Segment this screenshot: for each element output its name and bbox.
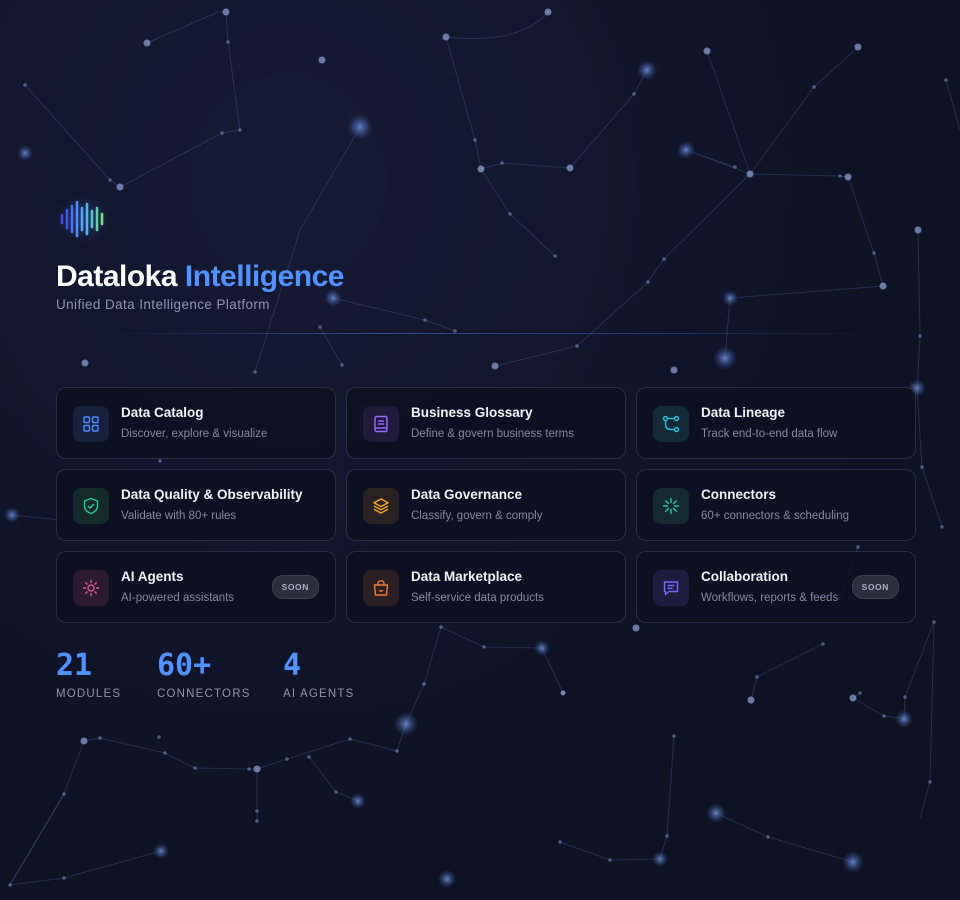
waveform-bars-icon bbox=[56, 196, 110, 242]
module-card-data-catalog[interactable]: Data Catalog Discover, explore & visuali… bbox=[56, 387, 336, 459]
module-description: 60+ connectors & scheduling bbox=[701, 510, 850, 522]
icon-tile bbox=[73, 488, 109, 524]
lineage-icon bbox=[662, 415, 680, 433]
spark-icon bbox=[662, 497, 680, 515]
module-title: Business Glossary bbox=[411, 405, 533, 420]
icon-tile bbox=[73, 570, 109, 606]
soon-badge: SOON bbox=[851, 575, 899, 599]
module-title: Data Lineage bbox=[701, 405, 786, 420]
module-description: Self-service data products bbox=[411, 592, 544, 604]
module-card-ai-agents[interactable]: AI Agents AI-powered assistants SOON bbox=[56, 551, 336, 623]
module-card-data-marketplace[interactable]: Data Marketplace Self-service data produ… bbox=[346, 551, 626, 623]
stat-label: MODULES bbox=[56, 688, 122, 700]
module-card-connectors[interactable]: Connectors 60+ connectors & scheduling bbox=[636, 469, 916, 541]
icon-tile bbox=[653, 406, 689, 442]
divider bbox=[110, 333, 870, 334]
icon-tile bbox=[653, 488, 689, 524]
stat-modules: 21 MODULES bbox=[56, 648, 121, 700]
brand-subtitle: Unified Data Intelligence Platform bbox=[56, 297, 270, 312]
stat-ai-agents: 4 AI AGENTS bbox=[283, 648, 355, 700]
splash-screen: Dataloka Intelligence Unified Data Intel… bbox=[0, 0, 960, 900]
module-card-data-governance[interactable]: Data Governance Classify, govern & compl… bbox=[346, 469, 626, 541]
module-card-data-quality[interactable]: Data Quality & Observability Validate wi… bbox=[56, 469, 336, 541]
module-grid: Data Catalog Discover, explore & visuali… bbox=[56, 387, 916, 623]
module-title: Collaboration bbox=[701, 569, 788, 584]
icon-tile bbox=[653, 570, 689, 606]
stat-value: 21 bbox=[56, 648, 93, 683]
icon-tile bbox=[363, 570, 399, 606]
chat-icon bbox=[663, 581, 679, 596]
layers-icon bbox=[373, 498, 389, 514]
module-card-collaboration[interactable]: Collaboration Workflows, reports & feeds… bbox=[636, 551, 916, 623]
module-description: AI-powered assistants bbox=[121, 592, 235, 604]
module-title: AI Agents bbox=[121, 569, 184, 584]
module-title: Data Marketplace bbox=[411, 569, 523, 584]
icon-tile bbox=[363, 406, 399, 442]
module-card-data-lineage[interactable]: Data Lineage Track end-to-end data flow bbox=[636, 387, 916, 459]
module-title: Data Governance bbox=[411, 487, 523, 502]
module-description: Define & govern business terms bbox=[411, 428, 574, 440]
brand-title: Dataloka Intelligence bbox=[56, 260, 344, 294]
module-description: Classify, govern & comply bbox=[411, 510, 543, 522]
stat-value: 60+ bbox=[157, 648, 212, 683]
stat-label: AI AGENTS bbox=[283, 688, 355, 700]
stat-label: CONNECTORS bbox=[157, 688, 251, 700]
logo bbox=[56, 196, 110, 242]
module-card-business-glossary[interactable]: Business Glossary Define & govern busine… bbox=[346, 387, 626, 459]
brand-accent: Intelligence bbox=[184, 260, 345, 293]
module-description: Workflows, reports & feeds bbox=[701, 592, 839, 604]
icon-tile bbox=[363, 488, 399, 524]
module-description: Track end-to-end data flow bbox=[701, 428, 838, 440]
module-description: Discover, explore & visualize bbox=[121, 428, 268, 440]
stat-value: 4 bbox=[283, 648, 302, 683]
module-title: Connectors bbox=[701, 487, 777, 502]
module-title: Data Catalog bbox=[121, 405, 204, 420]
sun-gear-icon bbox=[82, 579, 100, 597]
module-description: Validate with 80+ rules bbox=[121, 510, 237, 522]
soon-badge: SOON bbox=[271, 575, 319, 599]
shield-check-icon bbox=[83, 497, 99, 515]
grid-icon bbox=[83, 416, 99, 432]
book-icon bbox=[374, 415, 388, 433]
stat-connectors: 60+ CONNECTORS bbox=[157, 648, 251, 700]
icon-tile bbox=[73, 406, 109, 442]
shopping-bag-icon bbox=[373, 580, 389, 596]
brand-name: Dataloka bbox=[56, 260, 178, 293]
module-title: Data Quality & Observability bbox=[121, 487, 303, 502]
